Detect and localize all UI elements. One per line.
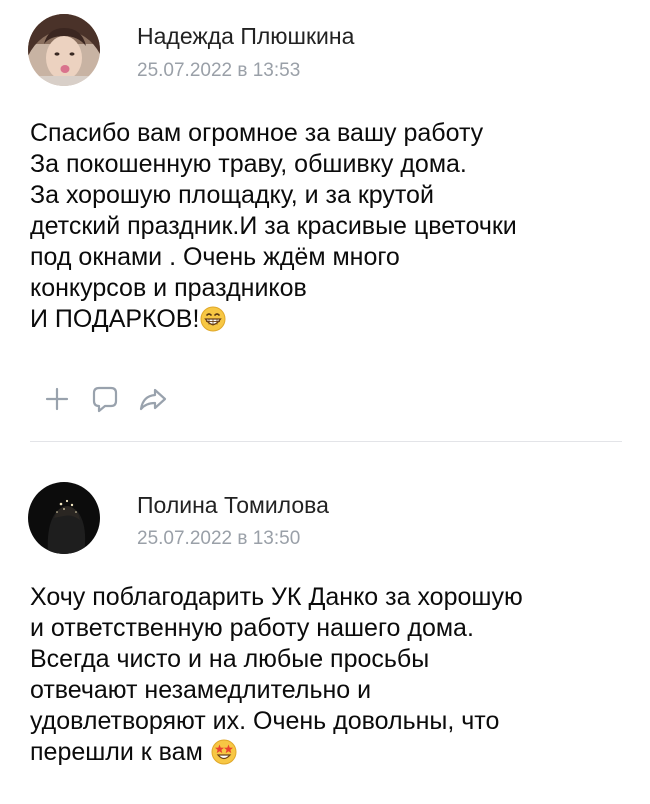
avatar[interactable] [28, 482, 100, 554]
post-actions [40, 382, 184, 416]
post-text-line: За хорошую площадку, и за крутой [30, 181, 434, 209]
post-text-line: За покошенную траву, обшивку дома. [30, 150, 467, 178]
comment-icon[interactable] [88, 382, 122, 416]
plus-icon[interactable] [40, 382, 74, 416]
author-name[interactable]: Надежда Плюшкина [137, 22, 354, 50]
star-struck-emoji [211, 739, 237, 765]
post-text-line: детский праздник.И за красивые цветочки [30, 212, 517, 240]
post-text-line: отвечают незамедлительно и [30, 676, 372, 704]
post-text-fragment: перешли к вам [30, 738, 203, 766]
post-text: Спасибо вам огромное за вашу работу За п… [30, 118, 635, 335]
post-text-line: Всегда чисто и на любые просьбы [30, 645, 430, 673]
post-timestamp[interactable]: 25.07.2022 в 13:50 [137, 527, 300, 551]
post-text-line: и ответственную работу нашего дома. [30, 614, 474, 642]
post-text-line: И ПОДАРКОВ! [30, 304, 635, 335]
post-text-line: конкурсов и праздников [30, 274, 307, 302]
post-text-line: перешли к вам [30, 737, 635, 768]
avatar[interactable] [28, 14, 100, 86]
grinning-face-emoji [200, 306, 226, 332]
post-text-line: Спасибо вам огромное за вашу работу [30, 119, 484, 147]
post-text-line: удовлетворяют их. Очень довольны, что [30, 707, 500, 735]
post-timestamp[interactable]: 25.07.2022 в 13:53 [137, 59, 300, 83]
post-text-line: Хочу поблагодарить УК Данко за хорошую [30, 583, 523, 611]
post-divider [30, 441, 622, 442]
share-icon[interactable] [136, 382, 170, 416]
post-text: Хочу поблагодарить УК Данко за хорошую и… [30, 582, 635, 768]
post-text-fragment: И ПОДАРКОВ! [30, 305, 200, 333]
author-name[interactable]: Полина Томилова [137, 491, 329, 519]
post-text-line: под окнами . Очень ждём много [30, 243, 400, 271]
